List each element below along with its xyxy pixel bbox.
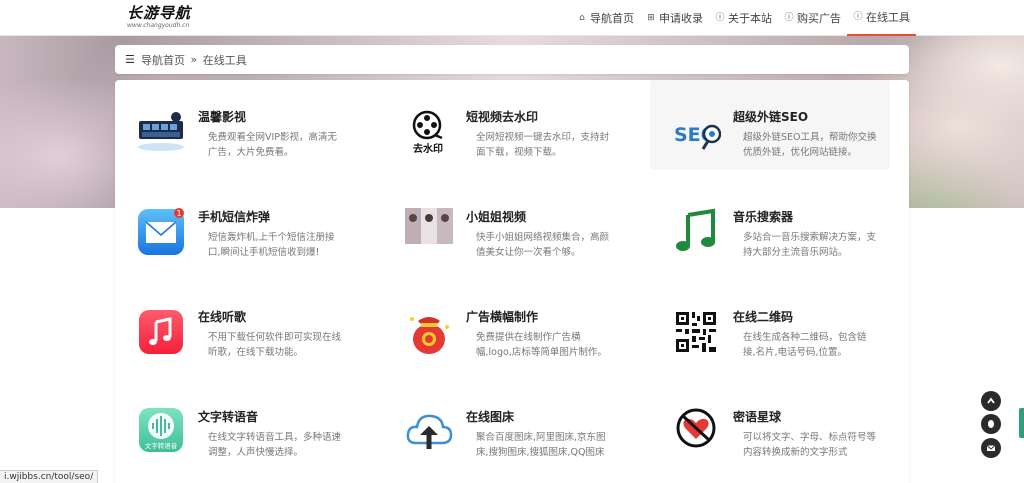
tool-description: 快手小姐姐网络视频集合，高颜值美女让你一次看个够。 xyxy=(476,232,610,258)
tool-name: 广告横幅制作 xyxy=(466,310,539,324)
no-heart-icon xyxy=(671,407,721,457)
tool-description: 免费观看全网VIP影视，高清无广告，大片免费看。 xyxy=(208,132,338,158)
nav-label: 购买广告 xyxy=(797,12,841,25)
video-thumbnail-icon xyxy=(404,207,454,257)
nav-home[interactable]: ⌂ 导航首页 xyxy=(571,0,640,36)
top-header: 长游导航 www.changyoudh.cn ⌂ 导航首页 ⊞ 申请收录 ⓘ 关… xyxy=(0,0,1024,36)
tool-card-qr-code[interactable]: 在线二维码 在线生成各种二维码，包含链接,名片,电话号码,位置。 xyxy=(650,280,890,370)
tool-name: 密语星球 xyxy=(733,410,782,424)
tool-description: 全网短视频一键去水印，支持封面下载，视频下载。 xyxy=(476,132,610,158)
tool-description: 在线文字转语音工具，多种语速调整，人声快慢选择。 xyxy=(208,432,342,458)
mail-app-icon: 1 xyxy=(136,207,186,257)
tool-description: 超级外链SEO工具，帮助你交换优质外链，优化网站链接。 xyxy=(743,132,877,158)
tool-name: 短视频去水印 xyxy=(466,110,539,124)
tool-card-secret-planet[interactable]: 密语星球 可以将文字、字母、标点符号等内容转换成新的文字形式 xyxy=(650,380,890,470)
tool-card-movies[interactable]: 温馨影视 免费观看全网VIP影视，高清无广告，大片免费看。 xyxy=(115,80,355,170)
tool-name: 小姐姐视频 xyxy=(466,210,527,224)
tool-card-online-music[interactable]: 在线听歌 不用下载任何软件即可实现在线听歌，在线下载功能。 xyxy=(115,280,355,370)
music-note-icon xyxy=(671,207,721,257)
breadcrumb-current: 在线工具 xyxy=(202,53,247,67)
lucky-bag-icon xyxy=(404,307,454,357)
qq-contact-button[interactable] xyxy=(981,414,1001,434)
logo-subtext: www.changyoudh.cn xyxy=(127,22,190,29)
nav-submit-site[interactable]: ⊞ 申请收录 xyxy=(640,0,709,36)
logo-text: 长游导航 xyxy=(127,4,192,22)
watermark-label: 去水印 xyxy=(413,142,443,155)
tool-description: 不用下载任何软件即可实现在线听歌，在线下载功能。 xyxy=(208,332,342,358)
tool-card-text-to-speech[interactable]: 文字转语音 文字转语音 在线文字转语音工具，多种语速调整，人声快慢选择。 xyxy=(115,380,355,470)
chevron-up-icon xyxy=(987,397,995,404)
nav-label: 申请收录 xyxy=(659,12,703,25)
tool-name: 手机短信炸弹 xyxy=(198,210,271,224)
breadcrumb-home-link[interactable]: 导航首页 xyxy=(141,52,185,68)
tool-description: 短信轰炸机,上千个短信注册接口,瞬间让手机短信收到爆! xyxy=(208,232,335,258)
nav-label: 导航首页 xyxy=(590,12,634,25)
tool-description: 聚合百度图床,阿里图床,京东图床,搜狗图床,搜狐图床,QQ图床 xyxy=(476,432,606,458)
breadcrumb-separator: » xyxy=(187,53,201,66)
side-feedback-tab[interactable] xyxy=(1019,408,1024,438)
tool-card-girl-videos[interactable]: 小姐姐视频 快手小姐姐网络视频集合，高颜值美女让你一次看个够。 xyxy=(383,180,623,270)
music-app-icon xyxy=(136,307,186,357)
qr-code-icon xyxy=(671,307,721,357)
tool-name: 超级外链SEO xyxy=(733,110,809,124)
tool-name: 在线图床 xyxy=(466,410,515,424)
voice-wave-icon: 文字转语音 xyxy=(136,407,186,457)
envelope-icon xyxy=(986,445,996,451)
film-reel-icon: 去水印 xyxy=(404,107,454,157)
voice-icon-label: 文字转语音 xyxy=(145,441,178,450)
tool-description: 免费提供在线制作广告横幅,logo,店标等简单图片制作。 xyxy=(476,332,607,358)
plus-square-icon: ⊞ xyxy=(647,13,655,23)
info-circle-icon: ⓘ xyxy=(715,13,725,23)
nav-label: 关于本站 xyxy=(728,12,772,25)
tool-description: 多站合一音乐搜索解决方案，支持大部分主流音乐网站。 xyxy=(743,232,877,258)
tool-name: 音乐搜索器 xyxy=(733,210,794,224)
back-to-top-button[interactable] xyxy=(981,391,1001,411)
site-logo[interactable]: 长游导航 www.changyoudh.cn xyxy=(127,4,197,32)
nav-online-tools[interactable]: ⓘ 在线工具 xyxy=(847,0,916,36)
tool-card-music-search[interactable]: 音乐搜索器 多站合一音乐搜索解决方案，支持大部分主流音乐网站。 xyxy=(650,180,890,270)
tool-card-seo[interactable]: SEO 超级外链SEO 超级外链SEO工具，帮助你交换优质外链，优化网站链接。 xyxy=(650,80,890,170)
tool-card-sms-bomb[interactable]: 1 手机短信炸弹 短信轰炸机,上千个短信注册接口,瞬间让手机短信收到爆! xyxy=(115,180,355,270)
nav-about[interactable]: ⓘ 关于本站 xyxy=(709,0,778,36)
tool-card-banner-maker[interactable]: 广告横幅制作 免费提供在线制作广告横幅,logo,店标等简单图片制作。 xyxy=(383,280,623,370)
film-icon xyxy=(136,107,186,157)
tool-name: 在线听歌 xyxy=(198,310,247,324)
tools-grid: 温馨影视 免费观看全网VIP影视，高清无广告，大片免费看。 去水印 短视频去水印… xyxy=(115,80,909,483)
tool-description: 可以将文字、字母、标点符号等内容转换成新的文字形式 xyxy=(743,432,877,458)
mail-badge-count: 1 xyxy=(176,209,181,218)
status-url: i.wjibbs.cn/tool/seo/ xyxy=(0,470,99,483)
tool-name: 在线二维码 xyxy=(733,310,794,324)
penguin-icon xyxy=(988,420,994,428)
email-contact-button[interactable] xyxy=(981,438,1001,458)
nav-label: 在线工具 xyxy=(866,11,910,24)
seo-magnifier-icon: SEO xyxy=(671,107,722,157)
cloud-upload-icon xyxy=(404,407,454,457)
main-nav: ⌂ 导航首页 ⊞ 申请收录 ⓘ 关于本站 ⓘ 购买广告 ⓘ 在线工具 xyxy=(571,0,916,36)
info-circle-icon: ⓘ xyxy=(853,12,863,22)
tool-card-watermark-removal[interactable]: 去水印 短视频去水印 全网短视频一键去水印，支持封面下载，视频下载。 xyxy=(383,80,623,170)
tool-description: 在线生成各种二维码，包含链接,名片,电话号码,位置。 xyxy=(743,332,867,358)
tool-card-image-hosting[interactable]: 在线图床 聚合百度图床,阿里图床,京东图床,搜狗图床,搜狐图床,QQ图床 xyxy=(383,380,623,470)
nav-buy-ads[interactable]: ⓘ 购买广告 xyxy=(778,0,847,36)
tool-name: 文字转语音 xyxy=(198,410,259,424)
breadcrumb-separator-glyph: » xyxy=(190,53,198,66)
tool-name: 温馨影视 xyxy=(198,110,247,124)
breadcrumb: ☰ 导航首页 » 在线工具 xyxy=(115,45,909,74)
list-icon: ☰ xyxy=(125,52,135,66)
home-icon: ⌂ xyxy=(579,13,585,23)
info-circle-icon: ⓘ xyxy=(784,13,794,23)
